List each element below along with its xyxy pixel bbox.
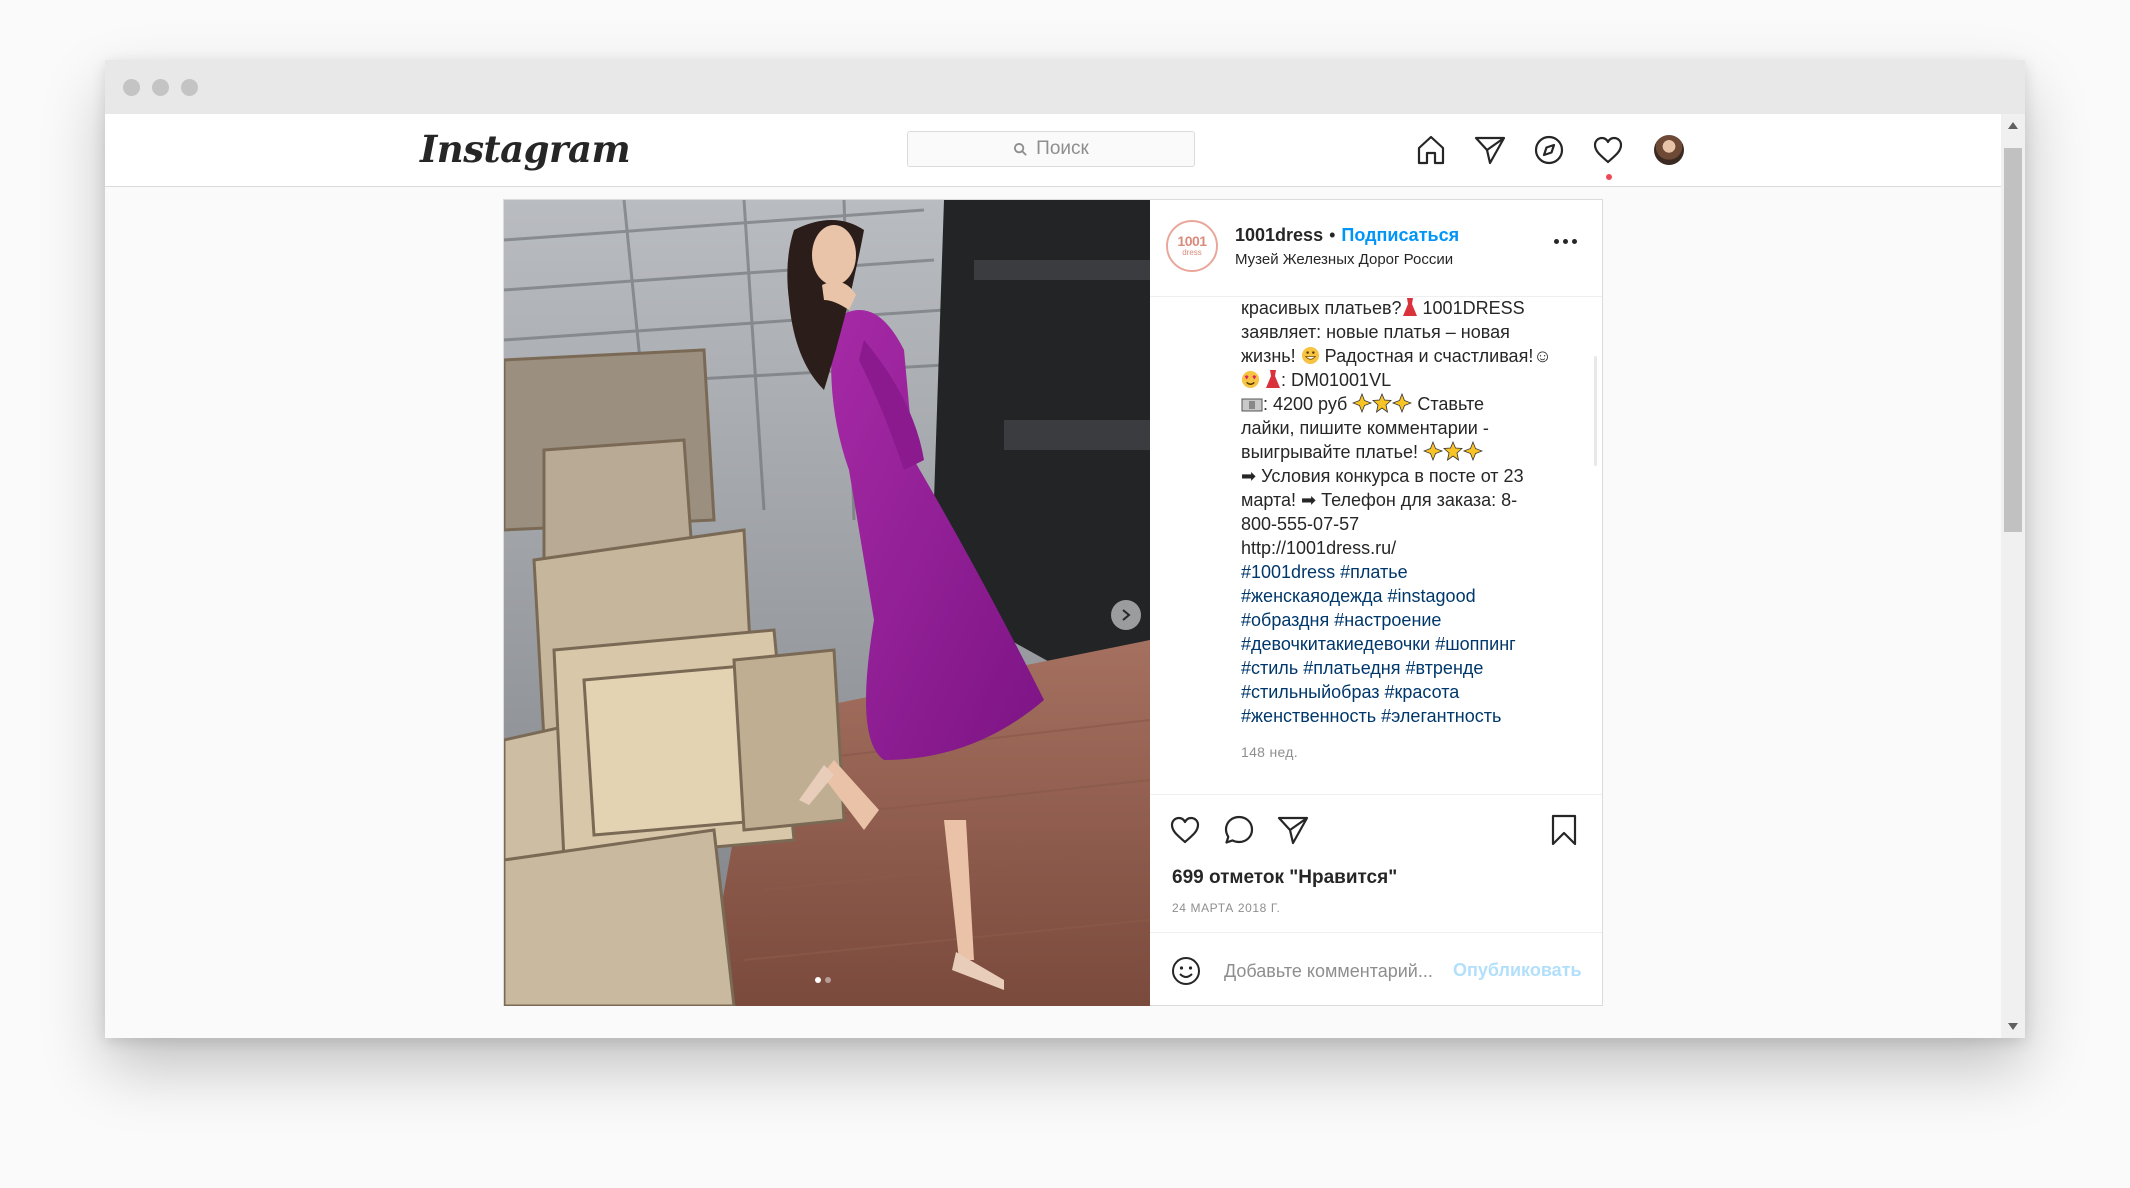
page-scrollbar[interactable] [2001, 114, 2025, 1038]
title-bar [105, 60, 2025, 114]
comment-icon[interactable] [1222, 813, 1256, 847]
post-actions: 699 отметок "Нравится" 24 МАРТА 2018 Г. … [1150, 794, 1602, 1008]
like-icon[interactable] [1168, 813, 1202, 847]
more-dot [1563, 238, 1568, 244]
caption-line: марта! ➡ Телефон для заказа: 8- [1241, 490, 1518, 510]
caption-line: : DM01001VL [1241, 368, 1571, 392]
more-options-button[interactable] [1554, 236, 1580, 246]
caption-scrollbar[interactable] [1594, 356, 1597, 466]
comment-input[interactable] [1224, 957, 1446, 985]
notification-dot [1606, 174, 1612, 180]
caption-time: 148 нед. [1241, 744, 1298, 760]
page-viewport: Instagram Поиск 1001 dress 1001dress • П… [105, 114, 2001, 1038]
scroll-down-arrow-icon[interactable] [2008, 1023, 2018, 1030]
explore-icon[interactable] [1532, 133, 1566, 167]
smile-icon[interactable] [1170, 955, 1202, 987]
post-sidebar: 1001 dress 1001dress • Подписаться Музей Ж… [1150, 200, 1602, 1005]
post-card: 1001 dress 1001dress • Подписаться Музей Ж… [503, 199, 1603, 1006]
likes-count[interactable]: 699 отметок "Нравится" [1172, 867, 1397, 889]
comment-bar: Опубликовать [1150, 932, 1602, 1009]
post-photo[interactable] [504, 200, 1150, 1006]
avatar-logo-number: 1001 [1177, 233, 1207, 249]
more-dot [1572, 238, 1577, 244]
caption-line: жизнь! Радостная и счастливая!☺ [1241, 346, 1552, 366]
post-date: 24 МАРТА 2018 Г. [1172, 901, 1281, 915]
caption-line: выигрывайте платье! [1241, 440, 1571, 464]
share-icon[interactable] [1276, 813, 1310, 847]
window-close-dot[interactable] [123, 79, 140, 96]
sparkle-star-emoji-icon [1352, 393, 1413, 413]
post-caption: красивых платьев? 1001DRESS заявляет: но… [1150, 296, 1602, 794]
caption-line: 800-555-07-57 [1241, 514, 1360, 534]
hashtag-line[interactable]: #1001dress #платье [1241, 560, 1571, 584]
search-icon [1014, 142, 1027, 156]
scroll-up-arrow-icon[interactable] [2008, 122, 2018, 129]
caption-line: заявляет: новые платья – новая [1241, 322, 1510, 342]
account-line: 1001dress • Подписаться [1235, 225, 1459, 246]
direct-icon[interactable] [1473, 133, 1507, 167]
money-emoji-icon [1241, 398, 1263, 412]
search-placeholder: Поиск [1036, 138, 1089, 159]
separator-dot: • [1329, 225, 1336, 245]
post-header: 1001 dress 1001dress • Подписаться Музей Ж… [1150, 200, 1602, 297]
more-dot [1554, 238, 1559, 244]
hashtag-line[interactable]: #образдня #настроение [1241, 608, 1571, 632]
post-location[interactable]: Музей Железных Дорог России [1235, 251, 1453, 268]
grin-emoji-icon [1301, 346, 1319, 365]
instagram-logo[interactable]: Instagram [420, 124, 631, 174]
caption-link[interactable]: http://1001dress.ru/ [1241, 536, 1571, 560]
heart-icon[interactable] [1591, 133, 1625, 167]
window-maximize-dot[interactable] [181, 79, 198, 96]
hashtag-line[interactable]: #женственность #элегантность [1241, 704, 1571, 728]
profile-avatar[interactable] [1654, 135, 1684, 165]
bookmark-icon[interactable] [1547, 813, 1581, 847]
carousel-dots [815, 977, 831, 983]
home-icon[interactable] [1414, 133, 1448, 167]
window-minimize-dot[interactable] [152, 79, 169, 96]
browser-window: Instagram Поиск 1001 dress 1001dress • П… [105, 60, 2025, 1038]
caption-line: ➡ Условия конкурса в посте от 23 [1241, 466, 1524, 486]
sparkle-star-emoji-icon [1423, 441, 1484, 461]
carousel-dot [825, 977, 831, 983]
dress-emoji-icon [1402, 298, 1417, 316]
heart-eyes-emoji-icon [1241, 370, 1260, 389]
carousel-dot-active [815, 977, 821, 983]
follow-button[interactable]: Подписаться [1341, 225, 1459, 245]
chevron-right-icon [1122, 609, 1131, 621]
caption-line: : 4200 руб Ставьте [1241, 392, 1571, 416]
account-avatar[interactable]: 1001 dress [1166, 220, 1218, 272]
instagram-header: Instagram Поиск [105, 114, 2001, 187]
avatar-logo-word: dress [1182, 248, 1202, 257]
account-username[interactable]: 1001dress [1235, 225, 1323, 245]
photo-illustration [504, 200, 1150, 1006]
scrollbar-thumb[interactable] [2004, 148, 2022, 532]
caption-line: лайки, пишите комментарии - [1241, 418, 1489, 438]
caption-line: красивых платьев? 1001DRESS [1241, 298, 1525, 318]
hashtag-line[interactable]: #стильныйобраз #красота [1241, 680, 1571, 704]
search-box[interactable]: Поиск [907, 131, 1195, 167]
hashtag-line[interactable]: #женскаяодежда #instagood [1241, 584, 1571, 608]
hashtag-line[interactable]: #стиль #платьедня #втренде [1241, 656, 1571, 680]
publish-button[interactable]: Опубликовать [1453, 960, 1582, 981]
hashtag-line[interactable]: #девочкитакиедевочки #шоппинг [1241, 632, 1571, 656]
dress-emoji-icon [1266, 370, 1281, 388]
carousel-next-button[interactable] [1111, 600, 1141, 630]
